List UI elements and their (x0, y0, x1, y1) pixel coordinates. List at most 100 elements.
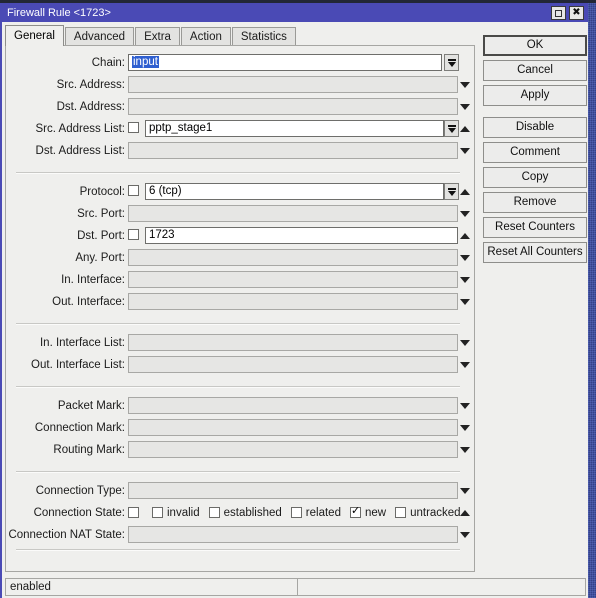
connection-nat-state-chevron-down-icon[interactable] (458, 528, 471, 541)
field-row-out-interface: Out. Interface: (6, 291, 476, 313)
connection-state-option-invalid[interactable]: invalid (152, 507, 200, 519)
status-text: enabled (5, 578, 298, 596)
packet-mark-input[interactable] (128, 397, 458, 414)
connection-type-input[interactable] (128, 482, 458, 499)
connection-mark-label: Connection Mark: (34, 422, 125, 434)
protocol-dropdown-icon[interactable] (444, 183, 459, 200)
chain-dropdown-icon[interactable] (444, 54, 459, 71)
comment-button[interactable]: Comment (483, 142, 587, 163)
in-interface-list-input[interactable] (128, 334, 458, 351)
src-address-chevron-down-icon[interactable] (458, 78, 471, 91)
reset-all-counters-button[interactable]: Reset All Counters (483, 242, 587, 263)
in-interface-list-chevron-down-icon[interactable] (458, 336, 471, 349)
connection-state-established-label: established (223, 506, 282, 519)
dst-address-input[interactable] (128, 98, 458, 115)
protocol-chevron-up-icon[interactable] (458, 185, 471, 198)
divider-1 (16, 172, 460, 174)
chain-input[interactable]: input (128, 54, 442, 71)
window-controls: ✖ (551, 6, 584, 20)
tab-strip: General Advanced Extra Action Statistics (5, 25, 297, 46)
connection-state-label: Connection State: (33, 507, 125, 519)
connection-mark-input[interactable] (128, 419, 458, 436)
remove-button[interactable]: Remove (483, 192, 587, 213)
dst-port-label: Dst. Port: (77, 230, 125, 242)
connection-state-related-checkbox[interactable] (290, 507, 302, 518)
dst-port-checkbox[interactable] (128, 229, 139, 240)
in-interface-input[interactable] (128, 271, 458, 288)
field-row-routing-mark: Routing Mark: (6, 439, 476, 461)
divider-2 (16, 323, 460, 325)
out-interface-list-label: Out. Interface List: (31, 359, 125, 371)
maximize-icon[interactable] (551, 6, 566, 20)
dst-port-chevron-up-icon[interactable] (458, 229, 471, 242)
field-row-connection-nat-state: Connection NAT State: (6, 524, 476, 546)
dst-address-label: Dst. Address: (56, 101, 125, 113)
close-icon[interactable]: ✖ (569, 6, 584, 20)
connection-state-invalid-checkbox[interactable] (152, 507, 163, 518)
src-address-list-chevron-up-icon[interactable] (458, 122, 471, 135)
field-row-protocol: Protocol: 6 (tcp) (6, 181, 476, 203)
src-address-input[interactable] (128, 76, 458, 93)
tab-general[interactable]: General (5, 25, 64, 46)
connection-state-option-related[interactable]: related (290, 506, 341, 519)
reset-counters-button[interactable]: Reset Counters (483, 217, 587, 238)
dst-address-chevron-down-icon[interactable] (458, 100, 471, 113)
out-interface-chevron-down-icon[interactable] (458, 295, 471, 308)
field-row-connection-type: Connection Type: (6, 480, 476, 502)
connection-state-option-established[interactable]: established (208, 506, 282, 519)
field-row-any-port: Any. Port: (6, 247, 476, 269)
action-button-column: OK Cancel Apply Disable Comment Copy Rem… (483, 35, 587, 267)
packet-mark-label: Packet Mark: (57, 400, 125, 412)
copy-button[interactable]: Copy (483, 167, 587, 188)
src-port-chevron-down-icon[interactable] (458, 207, 471, 220)
dst-port-input[interactable]: 1723 (145, 227, 458, 244)
connection-state-option-new[interactable]: new (349, 505, 386, 519)
connection-mark-chevron-down-icon[interactable] (458, 421, 471, 434)
any-port-input[interactable] (128, 249, 458, 266)
src-port-input[interactable] (128, 205, 458, 222)
any-port-chevron-down-icon[interactable] (458, 251, 471, 264)
tab-statistics[interactable]: Statistics (231, 27, 296, 46)
routing-mark-chevron-down-icon[interactable] (458, 443, 471, 456)
connection-type-chevron-down-icon[interactable] (458, 484, 471, 497)
connection-state-options: invalid established related new untracke… (128, 504, 470, 521)
packet-mark-chevron-down-icon[interactable] (458, 399, 471, 412)
dst-address-list-input[interactable] (128, 142, 458, 159)
field-row-chain: Chain: input (6, 52, 476, 74)
connection-state-option-untracked[interactable]: untracked (395, 507, 461, 519)
dst-address-list-chevron-down-icon[interactable] (458, 144, 471, 157)
connection-state-established-checkbox[interactable] (208, 507, 220, 518)
connection-state-chevron-up-icon[interactable] (458, 506, 471, 519)
connection-nat-state-input[interactable] (128, 526, 458, 543)
connection-state-master-checkbox[interactable] (128, 507, 139, 518)
field-row-in-interface: In. Interface: (6, 269, 476, 291)
apply-button[interactable]: Apply (483, 85, 587, 106)
tab-extra[interactable]: Extra (135, 27, 180, 46)
out-interface-list-input[interactable] (128, 356, 458, 373)
src-address-list-checkbox[interactable] (128, 122, 139, 133)
divider-3 (16, 386, 460, 388)
src-address-list-dropdown-icon[interactable] (444, 120, 459, 137)
protocol-input[interactable]: 6 (tcp) (145, 183, 444, 200)
src-address-list-input[interactable]: pptp_stage1 (145, 120, 444, 137)
tab-action[interactable]: Action (180, 27, 231, 46)
disable-button[interactable]: Disable (483, 117, 587, 138)
divider-5 (16, 549, 460, 551)
connection-state-option-master[interactable] (128, 507, 143, 518)
ok-button[interactable]: OK (483, 35, 587, 56)
field-row-dst-port: Dst. Port: 1723 (6, 225, 476, 247)
any-port-label: Any. Port: (75, 252, 125, 264)
connection-state-related-label: related (305, 506, 341, 519)
connection-nat-state-label: Connection NAT State: (8, 529, 125, 541)
connection-state-untracked-checkbox[interactable] (395, 507, 407, 518)
status-bar: enabled (5, 578, 586, 596)
routing-mark-input[interactable] (128, 441, 458, 458)
out-interface-input[interactable] (128, 293, 458, 310)
status-secondary-pane (298, 578, 586, 596)
protocol-checkbox[interactable] (128, 185, 139, 196)
in-interface-chevron-down-icon[interactable] (458, 273, 471, 286)
tab-advanced[interactable]: Advanced (64, 27, 135, 46)
out-interface-list-chevron-down-icon[interactable] (458, 358, 471, 371)
cancel-button[interactable]: Cancel (483, 60, 587, 81)
connection-state-new-checkbox[interactable] (349, 505, 361, 518)
